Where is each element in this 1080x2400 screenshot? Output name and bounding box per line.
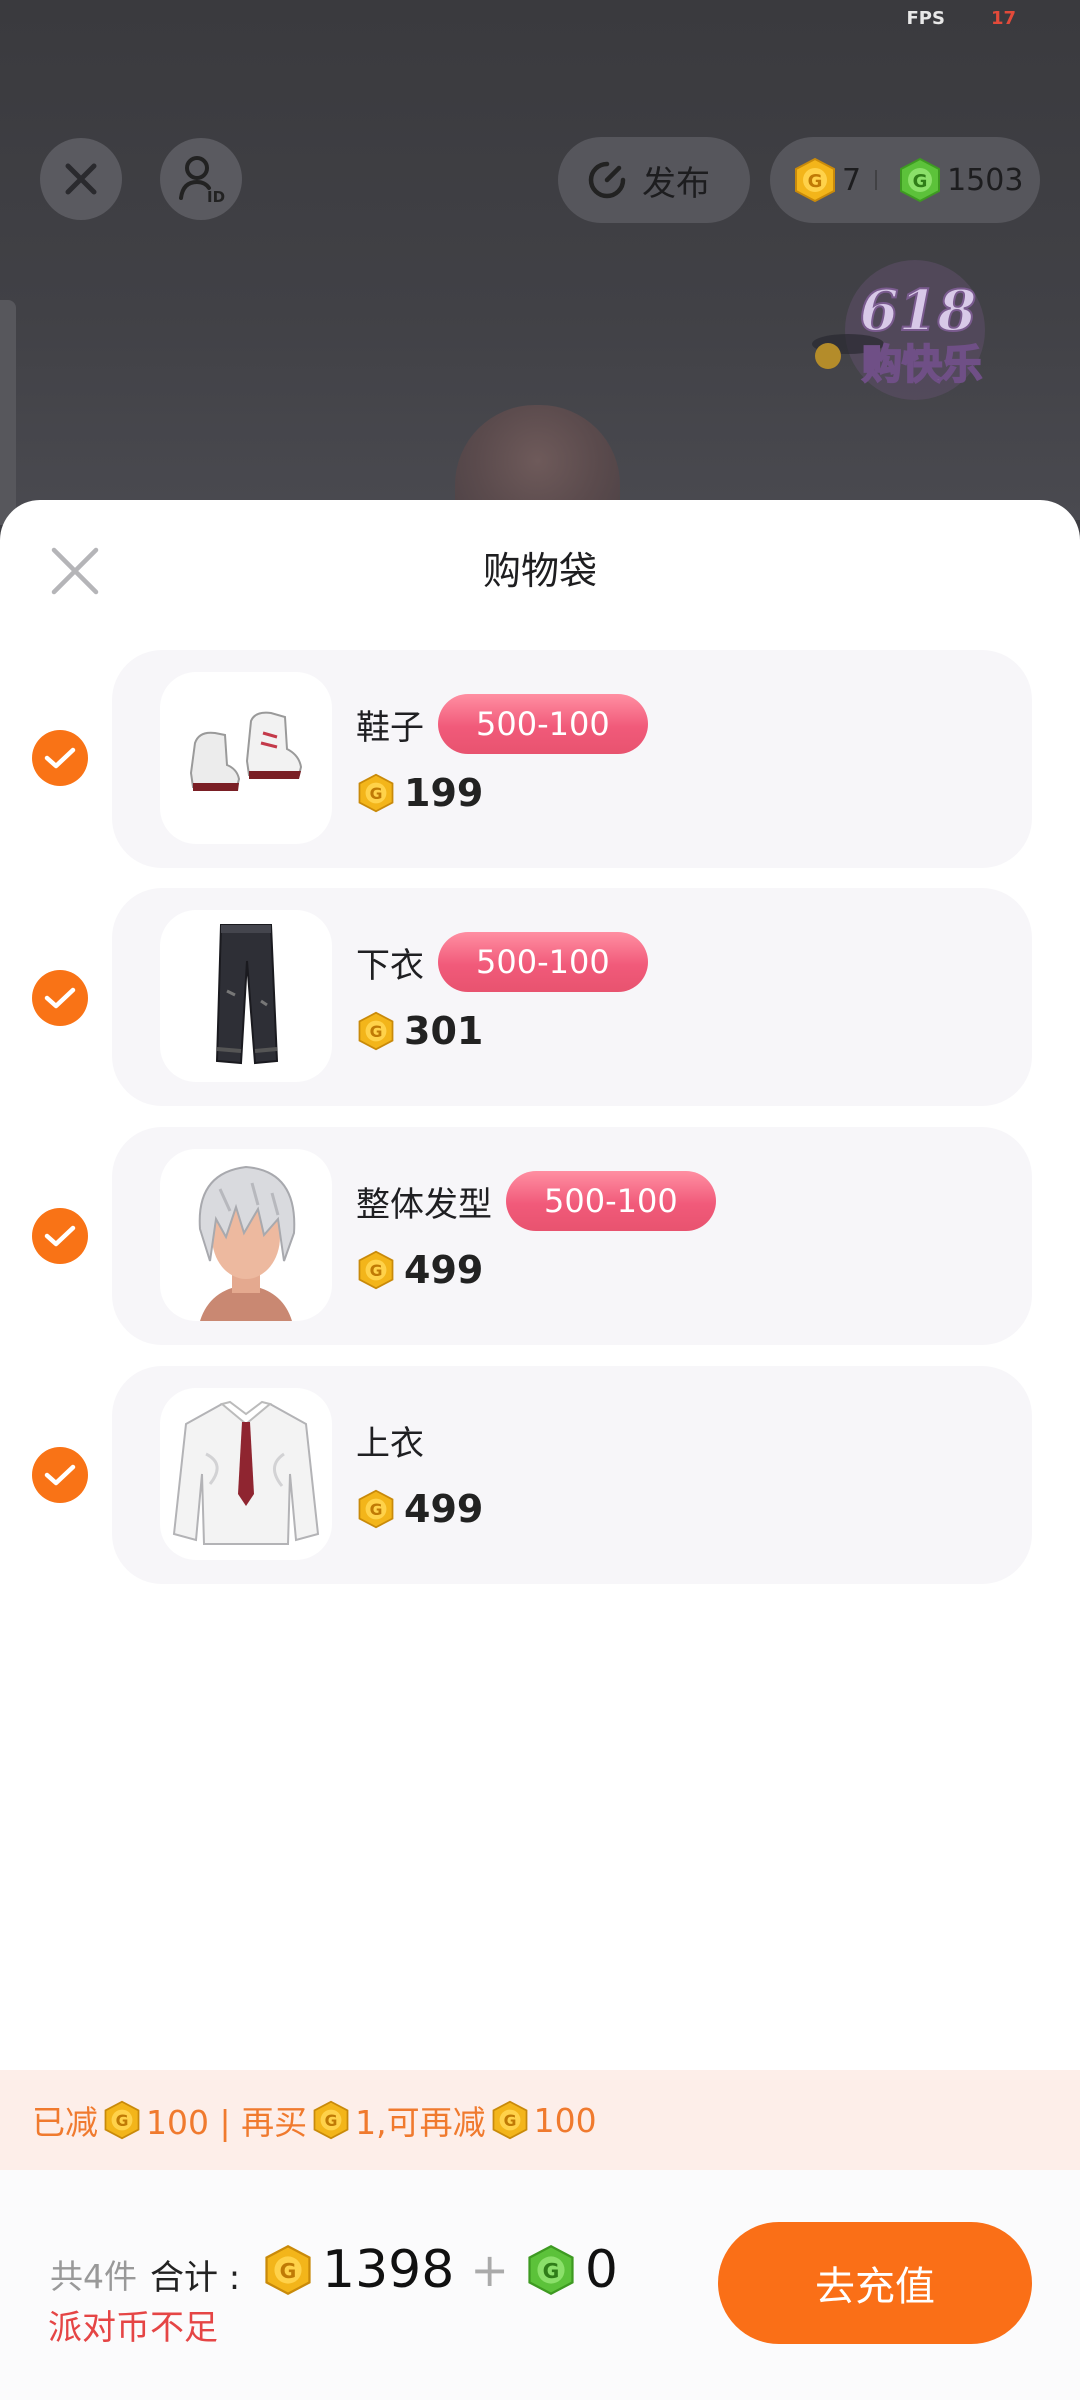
discount-reduced-label: 已减 [32,2103,98,2142]
total-green: 0 [584,2240,618,2300]
discount-tag: 500-100 [438,932,648,992]
item-name: 整体发型 [356,1184,492,1225]
green-coin-count: 1503 [947,162,1024,198]
promo-text: 购快乐 [862,342,982,388]
item-thumbnail [160,672,332,844]
promo-618-badge[interactable]: 618 购快乐 [800,252,1030,412]
item-thumbnail [160,910,332,1082]
item-name: 鞋子 [356,707,424,748]
plus-sign: + [470,2243,509,2297]
cart-item-shirt[interactable]: 上衣 G 499 [112,1366,1032,1584]
discount-summary-bar: 已减 G 100 | 再买 G 1,可再减 G 100 [0,2070,1080,2170]
sneakers-icon [189,711,303,791]
item-thumbnail [160,1388,332,1560]
total-gold: 1398 [322,2240,455,2300]
cart-item-shoes[interactable]: 鞋子 500-100 G 199 [112,650,1032,868]
item-count: 共4件 [50,2257,137,2296]
fps-counter: FPS 17 [906,8,1016,29]
svg-text:G: G [325,2111,338,2130]
svg-text:G: G [808,171,823,192]
discount-tag: 500-100 [438,694,648,754]
side-drawer-handle[interactable] [0,300,16,525]
checkout-footer: 共4件 合计 : G 1398 + G 0 派对币不足 去充值 [0,2170,1080,2400]
gold-coin-icon: G [262,2244,314,2296]
item-checkbox-hair[interactable] [32,1208,88,1264]
publish-button[interactable]: 发布 [558,137,750,223]
item-price: 199 [404,771,484,815]
item-checkbox-shoes[interactable] [32,730,88,786]
item-price: 499 [404,1487,484,1531]
checkmark-icon [44,987,76,1009]
gold-coin-icon: G [792,157,838,203]
discount-more-amount: 1,可再减 [355,2103,486,2142]
svg-text:ID: ID [207,188,225,204]
item-checkbox-pants[interactable] [32,970,88,1026]
gold-coin-icon: G [102,2100,142,2140]
sheet-title: 购物袋 [482,549,597,593]
fps-value: 17 [990,8,1016,29]
close-icon [65,163,97,195]
user-id-button[interactable]: ID [160,138,242,220]
svg-text:G: G [116,2111,129,2130]
total-amount: G 1398 + G 0 [262,2220,618,2320]
gold-coin-icon: G [490,2100,530,2140]
checkmark-icon [44,747,76,769]
svg-text:G: G [370,1022,383,1041]
wallet-divider [875,170,878,190]
checkmark-icon [44,1464,76,1486]
hairstyle-icon [198,1165,296,1321]
svg-text:G: G [543,2259,560,2283]
green-coin-icon: G [897,157,943,203]
item-name: 上衣 [356,1423,424,1464]
gold-coin-icon: G [356,1011,396,1051]
cart-item-hair[interactable]: 整体发型 500-100 G 499 [112,1127,1032,1345]
svg-text:G: G [503,2111,516,2130]
promo-number: 618 [860,278,977,344]
item-thumbnail [160,1149,332,1321]
item-checkbox-shirt[interactable] [32,1447,88,1503]
close-scene-button[interactable] [40,138,122,220]
total-label: 合计 : [150,2258,241,2298]
publish-label: 发布 [642,163,710,204]
insufficient-funds-warning: 派对币不足 [48,2308,218,2348]
fps-label: FPS [906,8,945,29]
item-price: 499 [404,1248,484,1292]
currency-wallet[interactable]: G 7 G 1503 [770,137,1040,223]
checkmark-icon [44,1225,76,1247]
gold-coin-icon: G [356,1250,396,1290]
item-price: 301 [404,1009,484,1053]
svg-text:G: G [370,1500,383,1519]
gold-coin-count: 7 [842,162,862,198]
svg-text:G: G [913,171,928,192]
gold-coin-icon: G [311,2100,351,2140]
discount-reduced-amount: 100 | 再买 [146,2103,308,2142]
green-coin-icon: G [525,2244,577,2296]
svg-text:G: G [370,1261,383,1280]
cart-item-pants[interactable]: 下衣 500-100 G 301 [112,888,1032,1106]
discount-tag: 500-100 [506,1171,716,1231]
recharge-button[interactable]: 去充值 [718,2222,1032,2344]
pants-icon [215,924,279,1065]
gold-coin-icon: G [356,1489,396,1529]
discount-next-amount: 100 [533,2100,597,2140]
publish-icon [588,161,626,199]
item-name: 下衣 [356,945,424,986]
user-id-icon: ID [179,156,225,204]
gold-coin-icon: G [356,773,396,813]
svg-text:G: G [280,2259,297,2283]
svg-text:G: G [370,784,383,803]
shirt-icon [172,1400,320,1545]
